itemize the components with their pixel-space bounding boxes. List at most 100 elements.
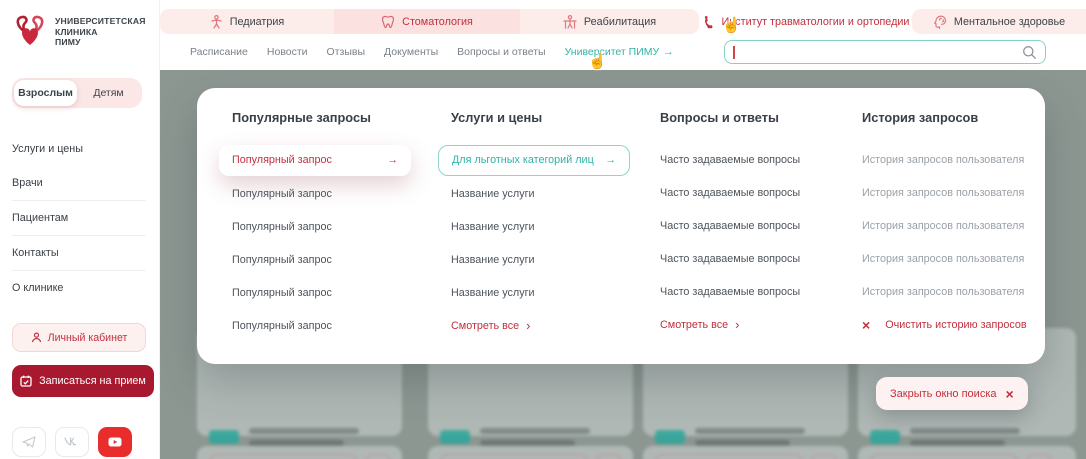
service-item[interactable]: Название услуги [438, 210, 647, 243]
logo[interactable]: УНИВЕРСИТЕТСКАЯ КЛИНИКА ПИМУ [12, 14, 149, 50]
nav-link-university[interactable]: Университет ПИМУ → [565, 46, 674, 58]
close-search-label: Закрыть окно поиска [890, 388, 997, 400]
badge [209, 430, 239, 444]
blurred-card [197, 446, 402, 459]
column-title: История запросов [849, 110, 1045, 132]
service-item[interactable]: Название услуги [438, 177, 647, 210]
featured-label: Популярный запрос [232, 154, 332, 166]
faq-item[interactable]: Часто задаваемые вопросы [647, 275, 849, 308]
history-item[interactable]: История запросов пользователя [849, 242, 1045, 275]
cursor-hand-icon: ☝ [588, 52, 607, 70]
popular-query-item[interactable]: Популярный запрос [219, 177, 438, 210]
page: УНИВЕРСИТЕТСКАЯ КЛИНИКА ПИМУ Взрослым Де… [0, 0, 1086, 459]
nav-link-documents[interactable]: Документы [384, 46, 438, 58]
service-item[interactable]: Название услуги [438, 243, 647, 276]
calendar-icon [20, 375, 32, 387]
toggle-adults[interactable]: Взрослым [14, 80, 77, 106]
telegram-icon [22, 435, 36, 449]
featured-label: Для льготных категорий лиц [452, 154, 594, 166]
appointment-button-label: Записаться на прием [39, 375, 146, 387]
history-item[interactable]: История запросов пользователя [849, 176, 1045, 209]
secondary-nav: Расписание Новости Отзывы Документы Вопр… [160, 34, 1086, 70]
popular-query-item[interactable]: Популярный запрос [219, 243, 438, 276]
sidebar-nav: Услуги и цены Врачи Пациентам Контакты О… [12, 132, 146, 305]
clinic-logo-icon [12, 14, 48, 50]
service-item[interactable]: Название услуги [438, 276, 647, 309]
tab-label: Ментальное здоровье [954, 16, 1065, 28]
sidebar-item-services[interactable]: Услуги и цены [12, 132, 146, 166]
tab-label: Реабилитация [584, 16, 656, 28]
social-links [12, 427, 149, 457]
account-button-label: Личный кабинет [48, 332, 128, 344]
sidebar-item-about[interactable]: О клинике [12, 270, 146, 305]
chevron-right-icon: › [735, 318, 739, 331]
services-see-all-link[interactable]: Смотреть все › [438, 309, 647, 342]
nav-link-reviews[interactable]: Отзывы [327, 46, 365, 58]
tab-dentistry[interactable]: Стоматология [334, 9, 520, 34]
arrow-right-icon: → [663, 46, 674, 58]
audience-toggle: Взрослым Детям [12, 78, 142, 108]
close-icon: × [1006, 386, 1014, 402]
pediatrics-icon [210, 15, 223, 29]
tooth-icon [381, 15, 395, 29]
sidebar: УНИВЕРСИТЕТСКАЯ КЛИНИКА ПИМУ Взрослым Де… [0, 0, 160, 459]
tab-label: Педиатрия [230, 16, 284, 28]
history-column: История запросов История запросов пользо… [849, 110, 1045, 364]
text-caret [733, 46, 735, 59]
department-tabs: Педиатрия Стоматология Реабилитация Инст… [160, 9, 1086, 34]
privileged-categories-link[interactable]: Для льготных категорий лиц → [438, 145, 630, 176]
history-item[interactable]: История запросов пользователя [849, 275, 1045, 308]
clear-history-label: Очистить историю запросов [885, 319, 1026, 331]
nav-link-faq[interactable]: Вопросы и ответы [457, 46, 545, 58]
services-column: Услуги и цены Для льготных категорий лиц… [438, 110, 647, 364]
tab-label: Стоматология [402, 16, 473, 28]
blurred-card [858, 446, 1076, 459]
arrow-right-icon: → [605, 154, 616, 166]
faq-column: Вопросы и ответы Часто задаваемые вопрос… [647, 110, 849, 364]
sidebar-item-contacts[interactable]: Контакты [12, 235, 146, 270]
faq-see-all-link[interactable]: Смотреть все › [647, 308, 849, 341]
popular-queries-column: Популярные запросы Популярный запрос → П… [219, 110, 438, 364]
faq-item[interactable]: Часто задаваемые вопросы [647, 176, 849, 209]
history-item[interactable]: История запросов пользователя [849, 209, 1045, 242]
tab-pediatrics[interactable]: Педиатрия [160, 9, 334, 34]
university-link-label: Университет ПИМУ [565, 46, 660, 58]
appointment-button[interactable]: Записаться на прием [12, 365, 154, 397]
clear-history-button[interactable]: × Очистить историю запросов [849, 308, 1045, 341]
search-icon[interactable] [1022, 45, 1037, 60]
popular-query-item[interactable]: Популярный запрос [219, 309, 438, 342]
vk-button[interactable] [55, 427, 89, 457]
toggle-children[interactable]: Детям [77, 80, 140, 106]
clear-x-icon: × [862, 317, 870, 333]
tab-label: Институт травматологии и ортопедии [722, 16, 910, 28]
tab-rehabilitation[interactable]: Реабилитация [520, 9, 699, 34]
faq-item[interactable]: Часто задаваемые вопросы [647, 143, 849, 176]
nav-link-news[interactable]: Новости [267, 46, 308, 58]
telegram-button[interactable] [12, 427, 46, 457]
column-title: Вопросы и ответы [647, 110, 849, 132]
popular-query-featured[interactable]: Популярный запрос → [219, 145, 411, 176]
search-input[interactable] [733, 42, 1022, 62]
vk-icon [64, 436, 80, 448]
search-box [724, 40, 1046, 64]
blurred-card [428, 446, 633, 459]
account-button[interactable]: Личный кабинет [12, 323, 146, 352]
faq-item[interactable]: Часто задаваемые вопросы [647, 209, 849, 242]
column-title: Популярные запросы [219, 110, 438, 132]
close-search-button[interactable]: Закрыть окно поиска × [876, 377, 1028, 410]
faq-item[interactable]: Часто задаваемые вопросы [647, 242, 849, 275]
see-all-label: Смотреть все [660, 319, 728, 331]
sidebar-item-doctors[interactable]: Врачи [12, 166, 146, 200]
popular-query-item[interactable]: Популярный запрос [219, 276, 438, 309]
tab-mental-health[interactable]: Ментальное здоровье [912, 9, 1086, 34]
search-dropdown-panel: Популярные запросы Популярный запрос → П… [197, 88, 1045, 364]
sidebar-item-patients[interactable]: Пациентам [12, 200, 146, 235]
youtube-button[interactable] [98, 427, 132, 457]
history-item[interactable]: История запросов пользователя [849, 143, 1045, 176]
mental-health-icon [933, 15, 947, 29]
popular-query-item[interactable]: Популярный запрос [219, 210, 438, 243]
arrow-right-icon: → [387, 154, 398, 166]
nav-link-schedule[interactable]: Расписание [190, 46, 248, 58]
logo-text: УНИВЕРСИТЕТСКАЯ КЛИНИКА ПИМУ [55, 16, 146, 48]
bone-icon [702, 15, 715, 29]
